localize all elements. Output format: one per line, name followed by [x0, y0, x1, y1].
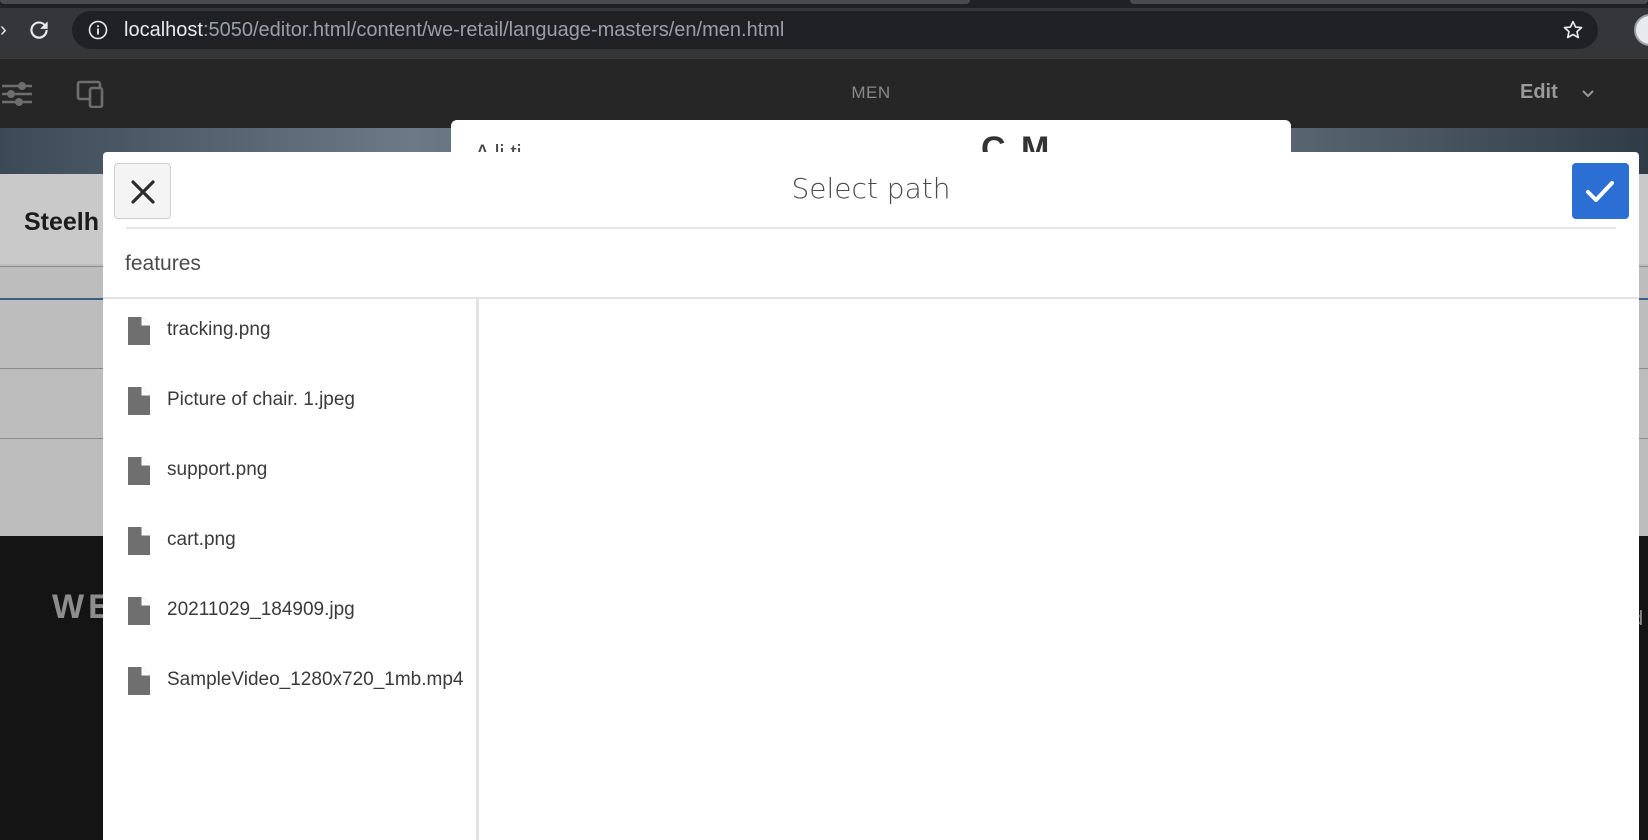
list-item[interactable]: SampleVideo_1280x720_1mb.mp4 — [103, 652, 476, 716]
mode-selector-label[interactable]: Edit — [1520, 81, 1558, 104]
file-icon — [128, 317, 150, 345]
editor-toolbar: MEN Edit — [0, 58, 1648, 128]
checkmark-icon — [1586, 181, 1614, 202]
browser-tab[interactable] — [0, 0, 970, 4]
bookmark-star-icon[interactable] — [1562, 19, 1584, 41]
page-title: MEN — [851, 83, 891, 102]
item-label: tracking.png — [167, 319, 271, 340]
file-icon — [128, 457, 150, 485]
item-label: SampleVideo_1280x720_1mb.mp4 — [167, 669, 464, 690]
list-item[interactable]: Picture of chair. 1.jpeg — [103, 372, 476, 436]
list-item[interactable]: tracking.png — [103, 302, 476, 366]
reload-icon[interactable] — [26, 17, 52, 43]
browser-toolbar: › localhost:5050/editor.html/content/we-… — [0, 0, 1648, 58]
item-label: Picture of chair. 1.jpeg — [167, 389, 355, 410]
item-label: cart.png — [167, 529, 236, 550]
file-icon — [128, 527, 150, 555]
url-text: localhost:5050/editor.html/content/we-re… — [124, 19, 784, 42]
tab-strip — [0, 0, 1648, 8]
chevron-down-icon[interactable] — [1580, 85, 1596, 101]
file-icon — [128, 597, 150, 625]
url-host: localhost — [124, 19, 203, 41]
address-bar[interactable]: localhost:5050/editor.html/content/we-re… — [72, 11, 1598, 49]
section-title: Steelh — [24, 208, 100, 236]
browser-tab[interactable] — [1130, 0, 1648, 4]
divider — [126, 227, 1616, 229]
url-path: :5050/editor.html/content/we-retail/lang… — [202, 19, 785, 41]
list-item[interactable]: cart.png — [103, 512, 476, 576]
dialog-title: Select path — [791, 172, 951, 205]
file-icon — [128, 387, 150, 415]
file-icon — [128, 667, 150, 695]
site-info-icon[interactable] — [88, 20, 108, 40]
profile-avatar[interactable] — [1634, 14, 1648, 46]
item-label: support.png — [167, 459, 268, 480]
select-path-dialog: Select path features tracking.png Pictur… — [103, 152, 1639, 840]
item-label: 20211029_184909.jpg — [167, 599, 355, 620]
confirm-button[interactable] — [1572, 163, 1629, 219]
column-view: tracking.png Picture of chair. 1.jpeg su… — [103, 299, 479, 840]
list-item[interactable]: 20211029_184909.jpg — [103, 582, 476, 646]
list-item[interactable]: support.png — [103, 442, 476, 506]
back-arrow-icon[interactable]: › — [0, 20, 10, 40]
breadcrumb[interactable]: features — [125, 252, 201, 276]
